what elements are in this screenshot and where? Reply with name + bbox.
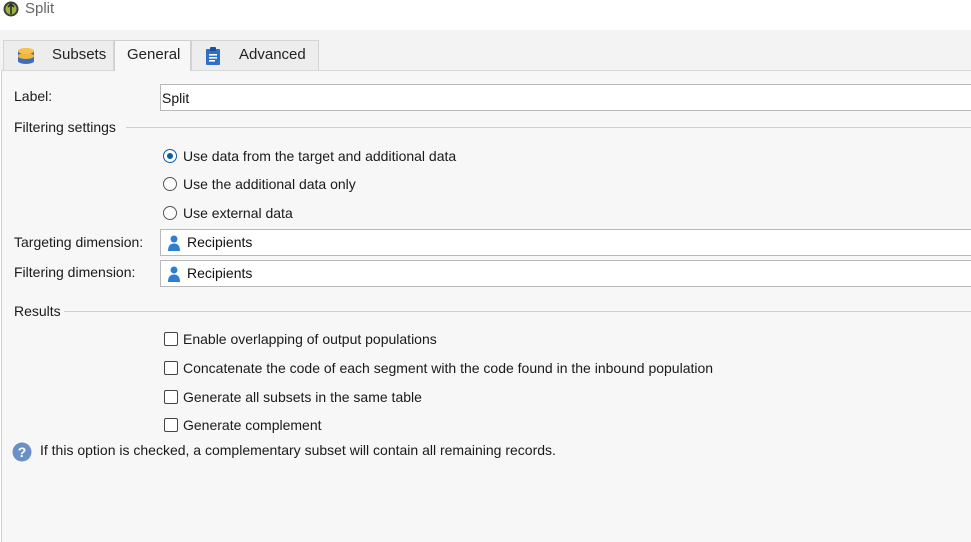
radio-button[interactable] <box>163 149 177 163</box>
general-panel: Label: Filtering settings Use data from … <box>1 70 971 542</box>
targeting-dimension-field[interactable]: Recipients <box>160 229 971 256</box>
filtering-dimension-value: Recipients <box>187 265 253 281</box>
info-text: If this option is checked, a complementa… <box>40 442 556 458</box>
targeting-dimension-value: Recipients <box>187 234 253 250</box>
tab-advanced[interactable]: Advanced <box>191 40 319 70</box>
checkbox[interactable] <box>164 390 178 404</box>
help-icon: ? <box>12 442 32 462</box>
clipboard-icon <box>206 47 220 65</box>
window-title: Split <box>25 0 55 17</box>
checkbox[interactable] <box>164 361 178 375</box>
tab-general[interactable]: General <box>114 40 191 71</box>
database-icon <box>18 48 34 64</box>
results-divider <box>64 311 971 312</box>
recipient-icon <box>168 266 180 282</box>
radio-label: Use the additional data only <box>183 176 356 192</box>
tab-subsets-label: Subsets <box>52 46 107 63</box>
filtering-settings-divider <box>126 127 971 128</box>
label-caption: Label: <box>14 88 53 104</box>
label-field[interactable] <box>160 84 971 111</box>
checkbox-label: Generate all subsets in the same table <box>183 389 422 405</box>
results-heading: Results <box>14 303 61 319</box>
checkbox-label: Enable overlapping of output populations <box>183 331 437 347</box>
radio-label: Use external data <box>183 205 293 221</box>
checkbox[interactable] <box>164 332 178 346</box>
tab-general-label: General <box>127 46 181 63</box>
filtering-dimension-field[interactable]: Recipients <box>160 260 971 287</box>
checkbox-label: Concatenate the code of each segment wit… <box>183 360 714 376</box>
radio-button[interactable] <box>163 177 177 191</box>
filtering-dimension-caption: Filtering dimension: <box>14 264 136 280</box>
radio-button[interactable] <box>163 206 177 220</box>
radio-label: Use data from the target and additional … <box>183 148 457 164</box>
filtering-settings-heading: Filtering settings <box>14 119 116 135</box>
targeting-dimension-caption: Targeting dimension: <box>14 234 144 250</box>
split-activity-icon <box>3 1 19 17</box>
svg-text:?: ? <box>18 444 27 460</box>
tab-subsets[interactable]: Subsets <box>3 40 114 70</box>
title-bar: Split <box>0 0 971 30</box>
tab-advanced-label: Advanced <box>239 46 306 63</box>
checkbox-label: Generate complement <box>183 417 322 433</box>
checkbox[interactable] <box>164 418 178 432</box>
recipient-icon <box>168 235 180 251</box>
tab-strip: Subsets General Advanced <box>0 30 971 71</box>
